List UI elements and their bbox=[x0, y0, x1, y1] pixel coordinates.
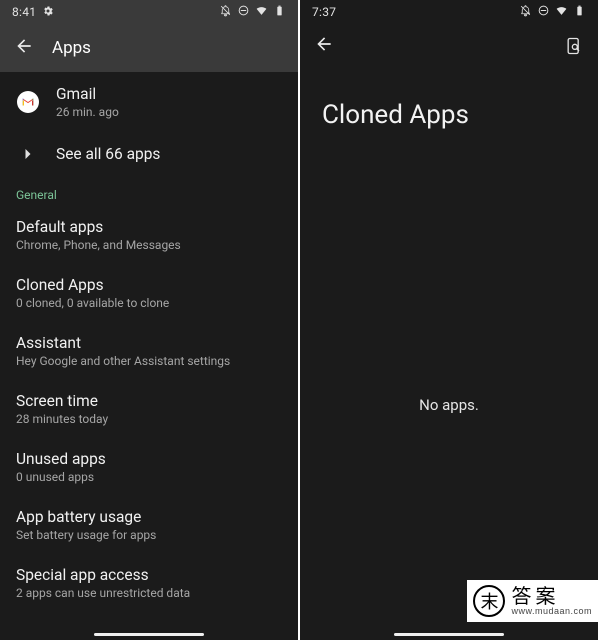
battery-icon bbox=[273, 4, 286, 20]
gesture-nav-bar[interactable] bbox=[394, 633, 504, 636]
status-bar: 7:37 bbox=[300, 0, 598, 24]
wifi-icon bbox=[255, 4, 268, 20]
back-arrow-icon[interactable] bbox=[314, 34, 334, 58]
wifi-icon bbox=[555, 4, 568, 20]
watermark: 末 答案 www.mudaan.com bbox=[467, 580, 598, 622]
watermark-glyph: 末 bbox=[473, 585, 505, 617]
app-name: Gmail bbox=[56, 85, 282, 103]
apps-header: Apps bbox=[0, 24, 298, 72]
watermark-small: www.mudaan.com bbox=[511, 607, 592, 616]
app-sub: 26 min. ago bbox=[56, 105, 282, 119]
chevron-right-icon bbox=[16, 142, 40, 166]
watermark-big: 答案 bbox=[511, 587, 592, 607]
setting-app-battery[interactable]: App battery usage Set battery usage for … bbox=[0, 496, 298, 554]
page-title: Apps bbox=[52, 38, 91, 58]
setting-assistant[interactable]: Assistant Hey Google and other Assistant… bbox=[0, 322, 298, 380]
settings-gear-icon bbox=[42, 5, 54, 20]
section-general: General bbox=[0, 176, 298, 206]
dnd-icon bbox=[519, 4, 532, 20]
cloned-apps-title: Cloned Apps bbox=[300, 68, 598, 140]
battery-icon bbox=[573, 4, 586, 20]
status-bar: 8:41 bbox=[0, 0, 298, 24]
setting-cloned-apps[interactable]: Cloned Apps 0 cloned, 0 available to clo… bbox=[0, 264, 298, 322]
empty-state: No apps. bbox=[300, 140, 598, 640]
empty-text: No apps. bbox=[419, 396, 479, 414]
cloned-apps-screen: 7:37 Cloned Apps No apps. 末 答案 www.mudaa… bbox=[300, 0, 598, 640]
see-all-apps-row[interactable]: See all 66 apps bbox=[0, 132, 298, 176]
setting-special-access[interactable]: Special app access 2 apps can use unrest… bbox=[0, 554, 298, 612]
status-time: 8:41 bbox=[12, 5, 36, 19]
see-all-label: See all 66 apps bbox=[56, 145, 282, 163]
setting-unused-apps[interactable]: Unused apps 0 unused apps bbox=[0, 438, 298, 496]
back-arrow-icon[interactable] bbox=[14, 36, 34, 60]
gmail-icon bbox=[16, 90, 40, 114]
app-row-gmail[interactable]: Gmail 26 min. ago bbox=[0, 72, 298, 132]
setting-screen-time[interactable]: Screen time 28 minutes today bbox=[0, 380, 298, 438]
do-not-disturb-icon bbox=[237, 4, 250, 20]
search-in-page-icon[interactable] bbox=[564, 36, 584, 56]
status-time: 7:37 bbox=[312, 5, 336, 19]
cloned-header bbox=[300, 24, 598, 68]
dnd-icon bbox=[219, 4, 232, 20]
apps-screen: 8:41 Apps Gmail 26 min. ago bbox=[0, 0, 298, 640]
setting-default-apps[interactable]: Default apps Chrome, Phone, and Messages bbox=[0, 206, 298, 264]
gesture-nav-bar[interactable] bbox=[94, 633, 204, 636]
do-not-disturb-icon bbox=[537, 4, 550, 20]
